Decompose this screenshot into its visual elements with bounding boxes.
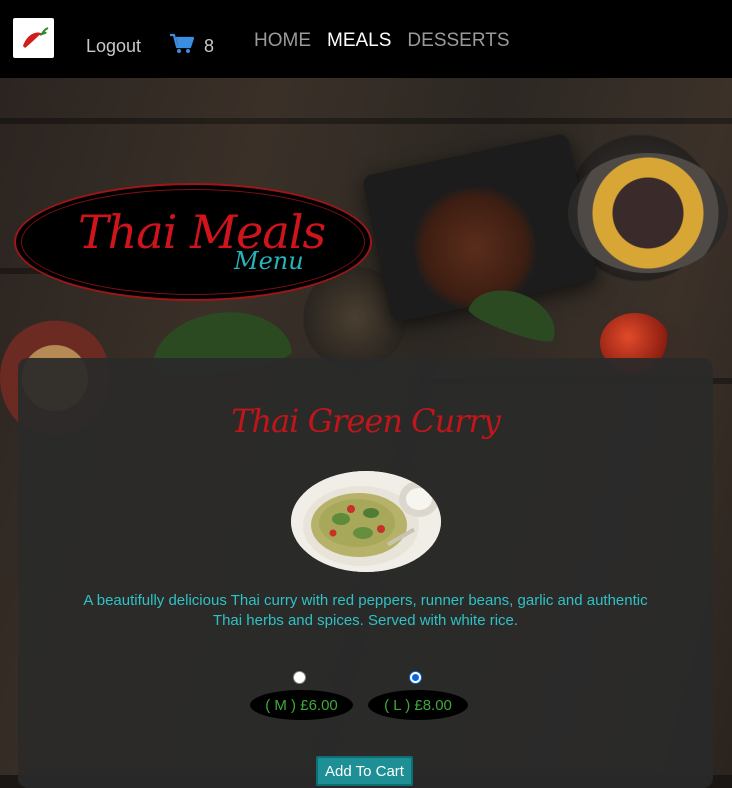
green-curry-dish-image — [291, 471, 441, 572]
table-plank — [0, 118, 732, 124]
meal-card: Thai Green Curry A beautifully delicious… — [18, 358, 713, 788]
size-m-price-label[interactable]: ( M ) £6.00 — [250, 690, 353, 720]
size-m-radio[interactable] — [293, 671, 306, 684]
logout-link[interactable]: Logout — [86, 36, 141, 57]
size-l-price-label[interactable]: ( L ) £8.00 — [368, 690, 468, 720]
shopping-cart-icon — [169, 33, 195, 60]
meal-description: A beautifully delicious Thai curry with … — [83, 592, 648, 629]
mango-sticky-rice-plate — [568, 153, 728, 273]
cart-link[interactable]: 8 — [169, 33, 215, 60]
cart-count-badge: 8 — [204, 35, 215, 56]
nav-link-desserts[interactable]: DESSERTS — [407, 30, 509, 52]
size-l-radio[interactable] — [409, 671, 422, 684]
nav-link-home[interactable]: HOME — [254, 30, 311, 52]
chili-pepper-logo-icon[interactable] — [13, 18, 54, 58]
menu-title-oval: Thai Meals Menu — [14, 183, 372, 301]
nav-link-meals[interactable]: MEALS — [327, 30, 391, 52]
meal-title: Thai Green Curry — [231, 402, 501, 440]
page-subtitle: Menu — [234, 247, 304, 275]
add-to-cart-button[interactable]: Add To Cart — [316, 756, 413, 786]
main-nav: HOME MEALS DESSERTS — [254, 30, 510, 52]
top-navbar: Logout 8 HOME MEALS DESSERTS — [0, 0, 732, 78]
